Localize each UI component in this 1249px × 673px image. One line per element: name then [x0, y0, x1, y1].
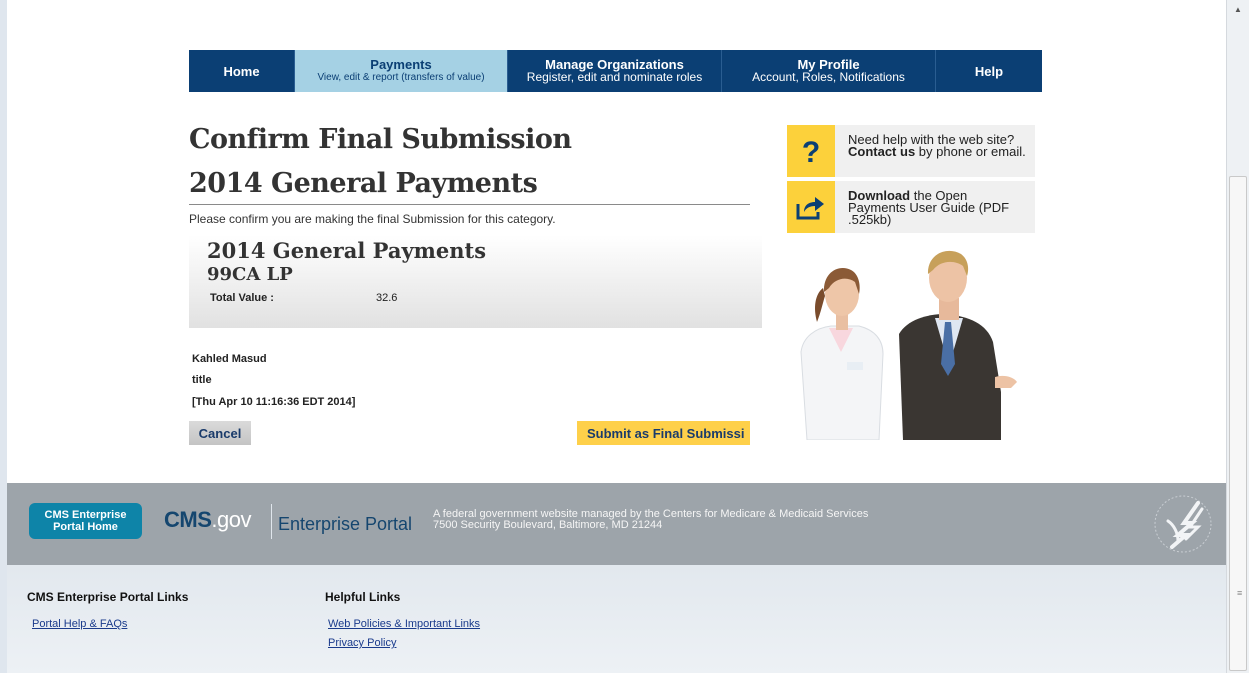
cms-gov-logo[interactable]: CMS.gov [164, 507, 251, 533]
main-nav: Home Payments View, edit & report (trans… [189, 50, 1042, 92]
portal-links-heading: CMS Enterprise Portal Links [27, 590, 189, 604]
scroll-grip-icon: ≡ [1237, 588, 1243, 598]
summary-organization: 99CA LP [207, 264, 293, 285]
contact-help-box[interactable]: ? Need help with the web site? Contact u… [787, 125, 1035, 177]
footer-agency-text: A federal government website managed by … [433, 509, 868, 531]
svg-text:?: ? [802, 136, 820, 167]
nav-help-label: Help [974, 63, 1004, 79]
question-icon: ? [787, 125, 835, 177]
nav-payments-label: Payments [370, 57, 432, 72]
signer-title: title [192, 374, 212, 386]
nav-home[interactable]: Home [189, 50, 295, 92]
footer-line-2: 7500 Security Boulevard, Baltimore, MD 2… [433, 519, 663, 531]
page-title: Confirm Final Submission [189, 124, 572, 155]
nav-payments-subtitle: View, edit & report (transfers of value) [317, 72, 485, 83]
scroll-up-icon[interactable]: ▲ [1234, 6, 1242, 14]
heading-divider [189, 204, 750, 205]
helpful-links-heading: Helpful Links [325, 590, 401, 604]
submission-summary: 2014 General Payments 99CA LP Total Valu… [189, 235, 762, 328]
nav-home-label: Home [223, 63, 260, 79]
submission-timestamp: [Thu Apr 10 11:16:36 EDT 2014] [192, 396, 356, 408]
privacy-policy-link[interactable]: Privacy Policy [328, 637, 396, 649]
nav-payments[interactable]: Payments View, edit & report (transfers … [295, 50, 508, 92]
portal-home-button[interactable]: CMS Enterprise Portal Home [29, 503, 142, 539]
share-arrow-icon [787, 181, 835, 233]
nav-my-profile-subtitle: Account, Roles, Notifications [752, 70, 905, 84]
cancel-button[interactable]: Cancel [189, 421, 251, 445]
vertical-scrollbar[interactable]: ▲ ≡ [1226, 0, 1249, 673]
footer-links-area [7, 565, 1226, 673]
summary-title: 2014 General Payments [207, 238, 487, 263]
nav-my-profile[interactable]: My Profile Account, Roles, Notifications [722, 50, 936, 92]
contact-help-post: by phone or email. [915, 144, 1026, 159]
nav-help[interactable]: Help [936, 50, 1042, 92]
total-value: 32.6 [376, 292, 398, 304]
doctors-photo [800, 250, 1017, 440]
contact-us-link[interactable]: Contact us [848, 144, 915, 159]
logo-divider [271, 504, 272, 539]
download-guide-box[interactable]: Download the Open Payments User Guide (P… [787, 181, 1035, 233]
page: Home Payments View, edit & report (trans… [0, 0, 1249, 673]
submit-final-button[interactable]: Submit as Final Submissi [577, 421, 750, 445]
download-guide-text: Download the Open Payments User Guide (P… [848, 189, 1028, 226]
portal-help-faqs-link[interactable]: Portal Help & FAQs [32, 618, 127, 630]
signer-name: Kahled Masud [192, 353, 267, 365]
scrollbar-thumb[interactable]: ≡ [1229, 176, 1247, 671]
nav-manage-organizations-subtitle: Register, edit and nominate roles [526, 70, 703, 84]
hhs-eagle-icon[interactable] [1152, 493, 1214, 555]
nav-manage-organizations[interactable]: Manage Organizations Register, edit and … [508, 50, 722, 92]
gov-logo-text: .gov [211, 507, 251, 532]
cms-logo-text: CMS [164, 507, 212, 532]
page-subtitle: 2014 General Payments [189, 168, 538, 199]
confirmation-instruction: Please confirm you are making the final … [189, 212, 556, 226]
web-policies-link[interactable]: Web Policies & Important Links [328, 618, 480, 630]
enterprise-portal-logo-text: Enterprise Portal [278, 514, 413, 534]
contact-help-text: Need help with the web site? Contact us … [848, 133, 1028, 159]
total-value-label: Total Value : [210, 292, 274, 304]
window-left-edge [0, 0, 7, 673]
